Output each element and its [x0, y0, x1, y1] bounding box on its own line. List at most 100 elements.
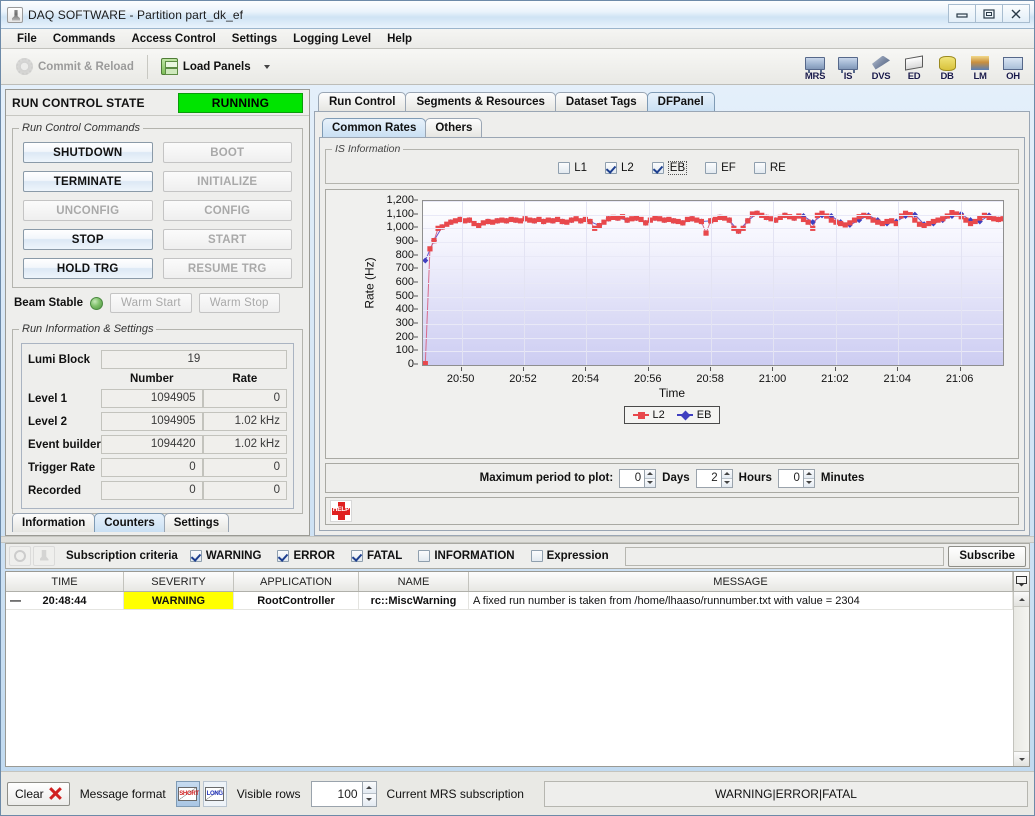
visible-rows-buttons[interactable]	[361, 781, 376, 806]
commit-reload-label: Commit & Reload	[38, 60, 134, 73]
checkbox-eb[interactable]: EB	[651, 161, 688, 175]
menu-access-control[interactable]: Access Control	[123, 31, 223, 47]
data-point-l2	[698, 218, 704, 225]
checkbox-box-icon	[350, 550, 363, 562]
data-point-l2	[485, 218, 491, 225]
scroll-up-icon[interactable]	[1014, 592, 1029, 607]
pin-icon[interactable]	[33, 546, 55, 566]
column-header-time[interactable]: TIME	[6, 572, 124, 591]
days-value: 0	[634, 471, 642, 484]
days-spinner[interactable]: 0	[619, 468, 657, 488]
gridline	[423, 242, 1003, 243]
horizontal-splitter[interactable]	[1, 536, 1034, 543]
dvs-icon[interactable]: DVS	[868, 53, 894, 81]
x-axis-tick-label: 20:50	[446, 373, 475, 385]
hours-decrement[interactable]	[721, 478, 732, 487]
checkbox-ef[interactable]: EF	[705, 162, 736, 174]
tab-run-control[interactable]: Run Control	[318, 92, 407, 111]
tab-information[interactable]: Information	[12, 513, 96, 532]
refresh-icon[interactable]	[9, 546, 31, 566]
column-header-application[interactable]: APPLICATION	[234, 572, 359, 591]
terminate-button[interactable]: TERMINATE	[23, 171, 153, 192]
hours-spinner-buttons[interactable]	[720, 469, 732, 487]
commit-reload-button[interactable]: Commit & Reload	[7, 54, 143, 79]
checkbox-re[interactable]: RE	[753, 162, 786, 174]
minutes-spinner[interactable]: 0	[777, 468, 815, 488]
hours-spinner[interactable]: 2	[695, 468, 733, 488]
tab-settings[interactable]: Settings	[163, 513, 230, 532]
ed-icon-label: ED	[907, 70, 921, 82]
scroll-track[interactable]	[1014, 607, 1029, 751]
checkbox-l2[interactable]: L2	[604, 162, 634, 174]
is-icon[interactable]: IS	[835, 53, 861, 81]
legend-label: L2	[652, 409, 665, 421]
chevron-up-icon	[366, 785, 373, 789]
column-header-severity[interactable]: SEVERITY	[124, 572, 234, 591]
visible-rows-increment[interactable]	[362, 781, 376, 794]
row-label: Recorded	[28, 484, 82, 497]
column-header-message[interactable]: MESSAGE	[469, 572, 1013, 591]
hours-increment[interactable]	[721, 469, 732, 479]
checkbox-l1[interactable]: L1	[558, 162, 587, 174]
chevron-down-icon[interactable]	[263, 64, 270, 69]
stop-button[interactable]: STOP	[23, 229, 153, 250]
hold-trg-button[interactable]: HOLD TRG	[23, 258, 153, 279]
max-period-bar: Maximum period to plot: 0 Days 2 Hours 0…	[325, 463, 1019, 493]
tab-segments-resources[interactable]: Segments & Resources	[405, 92, 556, 111]
expression-input[interactable]	[624, 546, 945, 566]
lm-icon[interactable]: LM	[967, 53, 993, 81]
minutes-spinner-buttons[interactable]	[802, 469, 814, 487]
tab-dfpanel[interactable]: DFPanel	[646, 92, 715, 111]
x-axis-tick-label: 20:58	[696, 373, 724, 385]
ed-icon[interactable]: ED	[901, 53, 927, 81]
visible-rows-decrement[interactable]	[362, 794, 376, 806]
days-increment[interactable]	[645, 469, 656, 479]
filter-fatal[interactable]: FATAL	[350, 550, 402, 562]
oh-icon[interactable]: OH	[1000, 53, 1026, 81]
menu-commands[interactable]: Commands	[45, 31, 124, 47]
close-icon[interactable]	[1002, 4, 1030, 23]
data-point-l2	[448, 219, 454, 225]
filter-error[interactable]: ERROR	[277, 550, 335, 562]
format-short-button[interactable]: SHORT	[175, 780, 200, 807]
application-window: DAQ SOFTWARE - Partition part_dk_ef File…	[0, 0, 1035, 816]
menu-settings[interactable]: Settings	[224, 31, 285, 47]
days-decrement[interactable]	[645, 478, 656, 487]
format-long-button[interactable]: LONG	[202, 780, 227, 807]
load-panels-button[interactable]: Load Panels	[152, 54, 260, 79]
menu-file[interactable]: File	[9, 31, 45, 47]
filter-expression[interactable]: Expression	[530, 550, 609, 562]
scroll-down-icon[interactable]	[1014, 751, 1029, 766]
minimize-icon[interactable]	[948, 4, 976, 23]
column-chooser-icon[interactable]	[1013, 572, 1029, 591]
oh-icon-label: OH	[1006, 70, 1020, 82]
data-point-l2	[545, 217, 551, 223]
gridline	[423, 283, 1003, 284]
menu-help[interactable]: Help	[379, 31, 420, 47]
tab-common-rates[interactable]: Common Rates	[322, 118, 427, 137]
db-icon[interactable]: DB	[934, 53, 960, 81]
help-icon[interactable]: HELP	[330, 500, 352, 522]
gear-icon	[16, 58, 33, 75]
tab-dataset-tags[interactable]: Dataset Tags	[554, 92, 648, 111]
mrs-icon[interactable]: MRS	[802, 53, 828, 81]
filter-warning[interactable]: WARNING	[189, 550, 261, 562]
minutes-increment[interactable]	[803, 469, 814, 479]
filter-information[interactable]: INFORMATION	[418, 550, 515, 562]
message-table-scrollbar[interactable]	[1013, 592, 1029, 766]
gridline	[711, 201, 713, 365]
window-controls	[948, 4, 1030, 23]
row-rate-value: 0	[202, 481, 287, 500]
visible-rows-stepper[interactable]: 100	[310, 780, 377, 807]
tab-others[interactable]: Others	[425, 118, 483, 137]
shutdown-button[interactable]: SHUTDOWN	[23, 142, 153, 163]
tab-counters[interactable]: Counters	[94, 513, 165, 532]
table-row[interactable]: — 20:48:44 WARNING RootController rc::Mi…	[6, 592, 1013, 610]
menu-logging-level[interactable]: Logging Level	[285, 31, 379, 47]
subscribe-button[interactable]: Subscribe	[948, 545, 1026, 567]
days-spinner-buttons[interactable]	[644, 469, 656, 487]
column-header-name[interactable]: NAME	[359, 572, 469, 591]
clear-button[interactable]: Clear	[7, 781, 70, 806]
maximize-icon[interactable]	[975, 4, 1003, 23]
minutes-decrement[interactable]	[803, 478, 814, 487]
